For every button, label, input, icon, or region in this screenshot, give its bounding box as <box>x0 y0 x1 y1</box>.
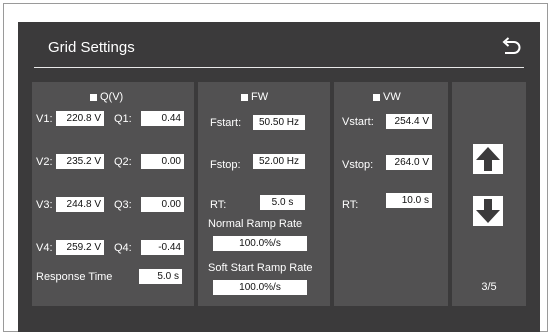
q1-input[interactable]: 0.44 <box>141 111 184 126</box>
v4-input[interactable]: 259.2 V <box>56 240 104 255</box>
q1-label: Q1: <box>114 113 132 125</box>
soft-ramp-input[interactable]: 100.0%/s <box>213 280 307 295</box>
grid-settings-screen: Grid Settings Q(V) V1: 220.8 V Q1: 0.44 … <box>18 22 540 332</box>
nav-panel: 3/5 <box>452 82 526 306</box>
vstop-label: Vstop: <box>342 159 374 171</box>
vstop-input[interactable]: 264.0 V <box>386 155 432 170</box>
response-time-input[interactable]: 5.0 s <box>139 269 182 284</box>
q4-input[interactable]: -0.44 <box>141 240 184 255</box>
vw-checkbox[interactable] <box>373 94 380 101</box>
page-title: Grid Settings <box>48 39 135 56</box>
arrow-up-icon <box>476 147 500 171</box>
header-divider <box>34 67 524 68</box>
device-frame: Grid Settings Q(V) V1: 220.8 V Q1: 0.44 … <box>3 3 548 332</box>
vw-title: VW <box>383 91 401 103</box>
fstart-label: Fstart: <box>210 117 242 129</box>
response-time-label: Response Time <box>36 271 113 283</box>
q2-label: Q2: <box>114 156 132 168</box>
v3-label: V3: <box>36 199 53 211</box>
v3-input[interactable]: 244.8 V <box>56 197 104 212</box>
fstop-input[interactable]: 52.00 Hz <box>253 154 305 169</box>
vw-panel: VW Vstart: 254.4 V Vstop: 264.0 V RT: 10… <box>334 82 448 306</box>
q3-label: Q3: <box>114 199 132 211</box>
v2-input[interactable]: 235.2 V <box>56 154 104 169</box>
qv-title: Q(V) <box>100 91 124 103</box>
normal-ramp-input[interactable]: 100.0%/s <box>213 236 307 251</box>
q2-input[interactable]: 0.00 <box>141 154 184 169</box>
fw-rt-label: RT: <box>210 199 227 211</box>
qv-panel: Q(V) V1: 220.8 V Q1: 0.44 V2: 235.2 V Q2… <box>32 82 194 306</box>
fw-panel: FW Fstart: 50.50 Hz Fstop: 52.00 Hz RT: … <box>198 82 330 306</box>
vstart-label: Vstart: <box>342 116 374 128</box>
qv-checkbox[interactable] <box>90 94 97 101</box>
vw-rt-input[interactable]: 10.0 s <box>386 193 432 208</box>
undo-arrow-icon <box>502 37 521 54</box>
vstart-input[interactable]: 254.4 V <box>386 114 432 129</box>
fstart-input[interactable]: 50.50 Hz <box>253 115 305 130</box>
fw-checkbox[interactable] <box>241 94 248 101</box>
fw-rt-input[interactable]: 5.0 s <box>260 195 305 210</box>
v1-input[interactable]: 220.8 V <box>56 111 104 126</box>
q3-input[interactable]: 0.00 <box>141 197 184 212</box>
v4-label: V4: <box>36 242 53 254</box>
soft-ramp-label: Soft Start Ramp Rate <box>208 262 313 274</box>
v1-label: V1: <box>36 113 53 125</box>
q4-label: Q4: <box>114 242 132 254</box>
back-button[interactable] <box>498 34 524 60</box>
normal-ramp-label: Normal Ramp Rate <box>208 218 303 230</box>
arrow-down-icon <box>476 199 500 223</box>
fw-title: FW <box>251 91 269 103</box>
page-up-button[interactable] <box>473 144 503 174</box>
v2-label: V2: <box>36 156 53 168</box>
vw-rt-label: RT: <box>342 199 359 211</box>
fstop-label: Fstop: <box>210 159 241 171</box>
page-indicator: 3/5 <box>481 281 497 293</box>
page-down-button[interactable] <box>473 196 503 226</box>
